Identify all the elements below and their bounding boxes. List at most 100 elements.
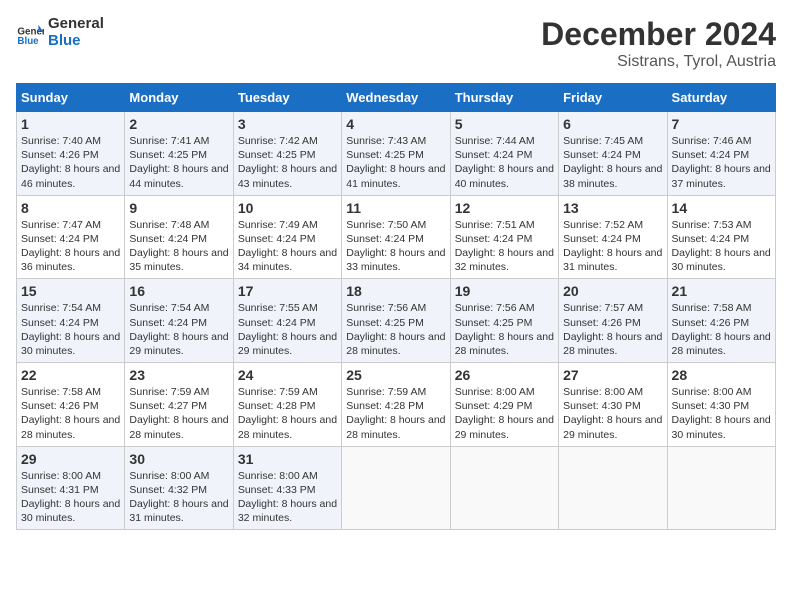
day-number: 6 bbox=[563, 116, 662, 132]
day-daylight: Daylight: 8 hours and 29 minutes. bbox=[238, 331, 337, 357]
day-daylight: Daylight: 8 hours and 36 minutes. bbox=[21, 247, 120, 273]
day-daylight: Daylight: 8 hours and 30 minutes. bbox=[672, 414, 771, 440]
calendar-cell: 12 Sunrise: 7:51 AM Sunset: 4:24 PM Dayl… bbox=[450, 195, 558, 279]
day-daylight: Daylight: 8 hours and 28 minutes. bbox=[563, 331, 662, 357]
calendar-cell: 22 Sunrise: 7:58 AM Sunset: 4:26 PM Dayl… bbox=[17, 363, 125, 447]
day-daylight: Daylight: 8 hours and 28 minutes. bbox=[346, 414, 445, 440]
day-sunset: Sunset: 4:25 PM bbox=[238, 149, 316, 161]
day-daylight: Daylight: 8 hours and 34 minutes. bbox=[238, 247, 337, 273]
calendar-cell bbox=[342, 446, 450, 530]
day-daylight: Daylight: 8 hours and 43 minutes. bbox=[238, 163, 337, 189]
day-number: 18 bbox=[346, 283, 445, 299]
logo-line1: General bbox=[48, 16, 104, 33]
day-sunset: Sunset: 4:26 PM bbox=[21, 400, 99, 412]
calendar-cell: 21 Sunrise: 7:58 AM Sunset: 4:26 PM Dayl… bbox=[667, 279, 775, 363]
weekday-header-monday: Monday bbox=[125, 84, 233, 112]
calendar-cell: 27 Sunrise: 8:00 AM Sunset: 4:30 PM Dayl… bbox=[559, 363, 667, 447]
day-daylight: Daylight: 8 hours and 37 minutes. bbox=[672, 163, 771, 189]
day-sunrise: Sunrise: 7:56 AM bbox=[455, 302, 535, 314]
day-daylight: Daylight: 8 hours and 33 minutes. bbox=[346, 247, 445, 273]
day-sunrise: Sunrise: 7:45 AM bbox=[563, 135, 643, 147]
day-sunrise: Sunrise: 7:46 AM bbox=[672, 135, 752, 147]
day-number: 28 bbox=[672, 367, 771, 383]
day-number: 21 bbox=[672, 283, 771, 299]
day-sunrise: Sunrise: 7:54 AM bbox=[129, 302, 209, 314]
day-daylight: Daylight: 8 hours and 28 minutes. bbox=[129, 414, 228, 440]
day-daylight: Daylight: 8 hours and 28 minutes. bbox=[238, 414, 337, 440]
day-sunrise: Sunrise: 7:44 AM bbox=[455, 135, 535, 147]
day-number: 8 bbox=[21, 200, 120, 216]
day-number: 1 bbox=[21, 116, 120, 132]
day-sunset: Sunset: 4:24 PM bbox=[672, 233, 750, 245]
calendar-cell: 9 Sunrise: 7:48 AM Sunset: 4:24 PM Dayli… bbox=[125, 195, 233, 279]
day-sunrise: Sunrise: 8:00 AM bbox=[21, 470, 101, 482]
day-sunrise: Sunrise: 7:59 AM bbox=[346, 386, 426, 398]
day-sunrise: Sunrise: 7:52 AM bbox=[563, 219, 643, 231]
day-sunrise: Sunrise: 8:00 AM bbox=[563, 386, 643, 398]
day-daylight: Daylight: 8 hours and 28 minutes. bbox=[346, 331, 445, 357]
day-daylight: Daylight: 8 hours and 28 minutes. bbox=[21, 414, 120, 440]
day-sunrise: Sunrise: 7:58 AM bbox=[672, 302, 752, 314]
day-sunset: Sunset: 4:33 PM bbox=[238, 484, 316, 496]
day-number: 25 bbox=[346, 367, 445, 383]
calendar-cell bbox=[450, 446, 558, 530]
calendar-cell: 5 Sunrise: 7:44 AM Sunset: 4:24 PM Dayli… bbox=[450, 112, 558, 196]
calendar-cell: 20 Sunrise: 7:57 AM Sunset: 4:26 PM Dayl… bbox=[559, 279, 667, 363]
day-sunrise: Sunrise: 7:59 AM bbox=[129, 386, 209, 398]
day-sunrise: Sunrise: 7:57 AM bbox=[563, 302, 643, 314]
day-sunrise: Sunrise: 7:40 AM bbox=[21, 135, 101, 147]
day-sunrise: Sunrise: 7:41 AM bbox=[129, 135, 209, 147]
day-sunset: Sunset: 4:24 PM bbox=[21, 317, 99, 329]
calendar-cell: 23 Sunrise: 7:59 AM Sunset: 4:27 PM Dayl… bbox=[125, 363, 233, 447]
day-sunrise: Sunrise: 7:53 AM bbox=[672, 219, 752, 231]
calendar-cell: 2 Sunrise: 7:41 AM Sunset: 4:25 PM Dayli… bbox=[125, 112, 233, 196]
calendar-cell: 8 Sunrise: 7:47 AM Sunset: 4:24 PM Dayli… bbox=[17, 195, 125, 279]
day-number: 11 bbox=[346, 200, 445, 216]
day-daylight: Daylight: 8 hours and 29 minutes. bbox=[455, 414, 554, 440]
day-daylight: Daylight: 8 hours and 40 minutes. bbox=[455, 163, 554, 189]
calendar-cell: 29 Sunrise: 8:00 AM Sunset: 4:31 PM Dayl… bbox=[17, 446, 125, 530]
day-sunrise: Sunrise: 7:50 AM bbox=[346, 219, 426, 231]
day-number: 5 bbox=[455, 116, 554, 132]
day-sunset: Sunset: 4:24 PM bbox=[346, 233, 424, 245]
day-daylight: Daylight: 8 hours and 30 minutes. bbox=[21, 498, 120, 524]
day-sunset: Sunset: 4:25 PM bbox=[129, 149, 207, 161]
calendar-cell: 16 Sunrise: 7:54 AM Sunset: 4:24 PM Dayl… bbox=[125, 279, 233, 363]
day-number: 27 bbox=[563, 367, 662, 383]
weekday-header-saturday: Saturday bbox=[667, 84, 775, 112]
calendar-cell: 13 Sunrise: 7:52 AM Sunset: 4:24 PM Dayl… bbox=[559, 195, 667, 279]
day-number: 10 bbox=[238, 200, 337, 216]
day-sunrise: Sunrise: 7:43 AM bbox=[346, 135, 426, 147]
day-sunset: Sunset: 4:24 PM bbox=[238, 233, 316, 245]
day-daylight: Daylight: 8 hours and 32 minutes. bbox=[238, 498, 337, 524]
calendar-cell: 26 Sunrise: 8:00 AM Sunset: 4:29 PM Dayl… bbox=[450, 363, 558, 447]
day-sunset: Sunset: 4:25 PM bbox=[455, 317, 533, 329]
weekday-header-sunday: Sunday bbox=[17, 84, 125, 112]
day-number: 29 bbox=[21, 451, 120, 467]
day-number: 22 bbox=[21, 367, 120, 383]
day-daylight: Daylight: 8 hours and 28 minutes. bbox=[455, 331, 554, 357]
day-daylight: Daylight: 8 hours and 44 minutes. bbox=[129, 163, 228, 189]
day-number: 4 bbox=[346, 116, 445, 132]
day-sunset: Sunset: 4:30 PM bbox=[672, 400, 750, 412]
calendar-cell: 6 Sunrise: 7:45 AM Sunset: 4:24 PM Dayli… bbox=[559, 112, 667, 196]
weekday-header-wednesday: Wednesday bbox=[342, 84, 450, 112]
day-number: 26 bbox=[455, 367, 554, 383]
calendar-cell: 10 Sunrise: 7:49 AM Sunset: 4:24 PM Dayl… bbox=[233, 195, 341, 279]
day-sunset: Sunset: 4:28 PM bbox=[346, 400, 424, 412]
calendar-cell: 25 Sunrise: 7:59 AM Sunset: 4:28 PM Dayl… bbox=[342, 363, 450, 447]
day-number: 14 bbox=[672, 200, 771, 216]
day-sunset: Sunset: 4:28 PM bbox=[238, 400, 316, 412]
day-sunset: Sunset: 4:24 PM bbox=[238, 317, 316, 329]
weekday-header-thursday: Thursday bbox=[450, 84, 558, 112]
day-sunset: Sunset: 4:26 PM bbox=[563, 317, 641, 329]
day-number: 24 bbox=[238, 367, 337, 383]
day-number: 7 bbox=[672, 116, 771, 132]
day-number: 31 bbox=[238, 451, 337, 467]
calendar-title: December 2024 bbox=[541, 16, 776, 53]
day-number: 12 bbox=[455, 200, 554, 216]
day-daylight: Daylight: 8 hours and 31 minutes. bbox=[563, 247, 662, 273]
day-daylight: Daylight: 8 hours and 38 minutes. bbox=[563, 163, 662, 189]
calendar-week-row: 22 Sunrise: 7:58 AM Sunset: 4:26 PM Dayl… bbox=[17, 363, 776, 447]
calendar-cell: 7 Sunrise: 7:46 AM Sunset: 4:24 PM Dayli… bbox=[667, 112, 775, 196]
